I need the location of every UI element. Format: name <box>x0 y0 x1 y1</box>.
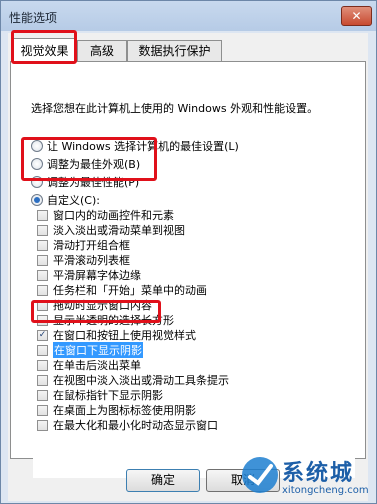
watermark-logo-icon <box>242 457 278 493</box>
checkbox[interactable] <box>37 404 48 416</box>
checkbox-checked[interactable]: ✓ <box>37 329 48 341</box>
list-item[interactable]: 在最大化和最小化时动态显示窗口 <box>37 418 218 432</box>
annotation-box-tab <box>11 30 77 64</box>
visual-effects-panel: 选择您想在此计算机上使用的 Windows 外观和性能设置。 让 Windows… <box>10 61 366 478</box>
list-item[interactable]: 在单击后淡出菜单 <box>37 358 141 372</box>
performance-options-dialog: 性能选项 ✕ 视觉效果 高级 数据执行保护 选择您想在此计算机上使用的 Wind… <box>0 0 377 504</box>
list-item[interactable]: 在桌面上为图标标签使用阴影 <box>37 403 196 417</box>
checkbox[interactable] <box>37 239 48 251</box>
description-text: 选择您想在此计算机上使用的 Windows 外观和性能设置。 <box>31 102 319 115</box>
visual-effects-list[interactable]: 窗口内的动画控件和元素 淡入淡出或滑动菜单到视图 滑动打开组合框 平滑滚动列表框… <box>33 208 355 478</box>
checkbox[interactable] <box>37 374 48 386</box>
dialog-body: 视觉效果 高级 数据执行保护 选择您想在此计算机上使用的 Windows 外观和… <box>8 33 368 501</box>
watermark: 系统城 xitongcheng.com <box>238 453 374 503</box>
list-item[interactable]: ✓ 在窗口和按钮上使用视觉样式 <box>37 328 196 342</box>
checkbox[interactable] <box>37 254 48 266</box>
list-item[interactable]: 滑动打开组合框 <box>37 238 130 252</box>
checkbox[interactable] <box>37 209 48 221</box>
radio-button-selected[interactable] <box>31 194 43 206</box>
checkbox[interactable] <box>37 344 48 356</box>
ok-button[interactable]: 确定 <box>126 469 200 492</box>
watermark-text: 系统城 <box>282 461 355 486</box>
window-title: 性能选项 <box>9 11 58 25</box>
annotation-box-radios <box>21 137 157 181</box>
annotation-box-shadow-option <box>31 300 161 323</box>
list-item[interactable]: 任务栏和「开始」菜单中的动画 <box>37 283 207 297</box>
watermark-url: xitongcheng.com <box>282 485 369 496</box>
list-item[interactable]: 平滑滚动列表框 <box>37 253 130 267</box>
checkbox[interactable] <box>37 224 48 236</box>
checkbox[interactable] <box>37 284 48 296</box>
tab-advanced[interactable]: 高级 <box>77 40 127 61</box>
list-item[interactable]: 平滑屏幕字体边缘 <box>37 268 141 282</box>
radio-label: 自定义(C): <box>47 194 100 207</box>
checkbox[interactable] <box>37 419 48 431</box>
checkbox[interactable] <box>37 359 48 371</box>
checkbox[interactable] <box>37 389 48 401</box>
list-item[interactable]: 窗口内的动画控件和元素 <box>37 208 174 222</box>
list-item[interactable]: 淡入淡出或滑动菜单到视图 <box>37 223 185 237</box>
tab-dep[interactable]: 数据执行保护 <box>127 40 222 61</box>
radio-custom[interactable]: 自定义(C): <box>31 192 100 208</box>
list-item-selected[interactable]: 在窗口下显示阴影 <box>37 342 143 358</box>
list-item[interactable]: 在鼠标指针下显示阴影 <box>37 388 163 402</box>
list-item[interactable]: 在视图中淡入淡出或滑动工具条提示 <box>37 373 229 387</box>
checkbox[interactable] <box>37 269 48 281</box>
title-bar[interactable]: 性能选项 ✕ <box>1 1 376 31</box>
close-button[interactable]: ✕ <box>341 6 372 26</box>
